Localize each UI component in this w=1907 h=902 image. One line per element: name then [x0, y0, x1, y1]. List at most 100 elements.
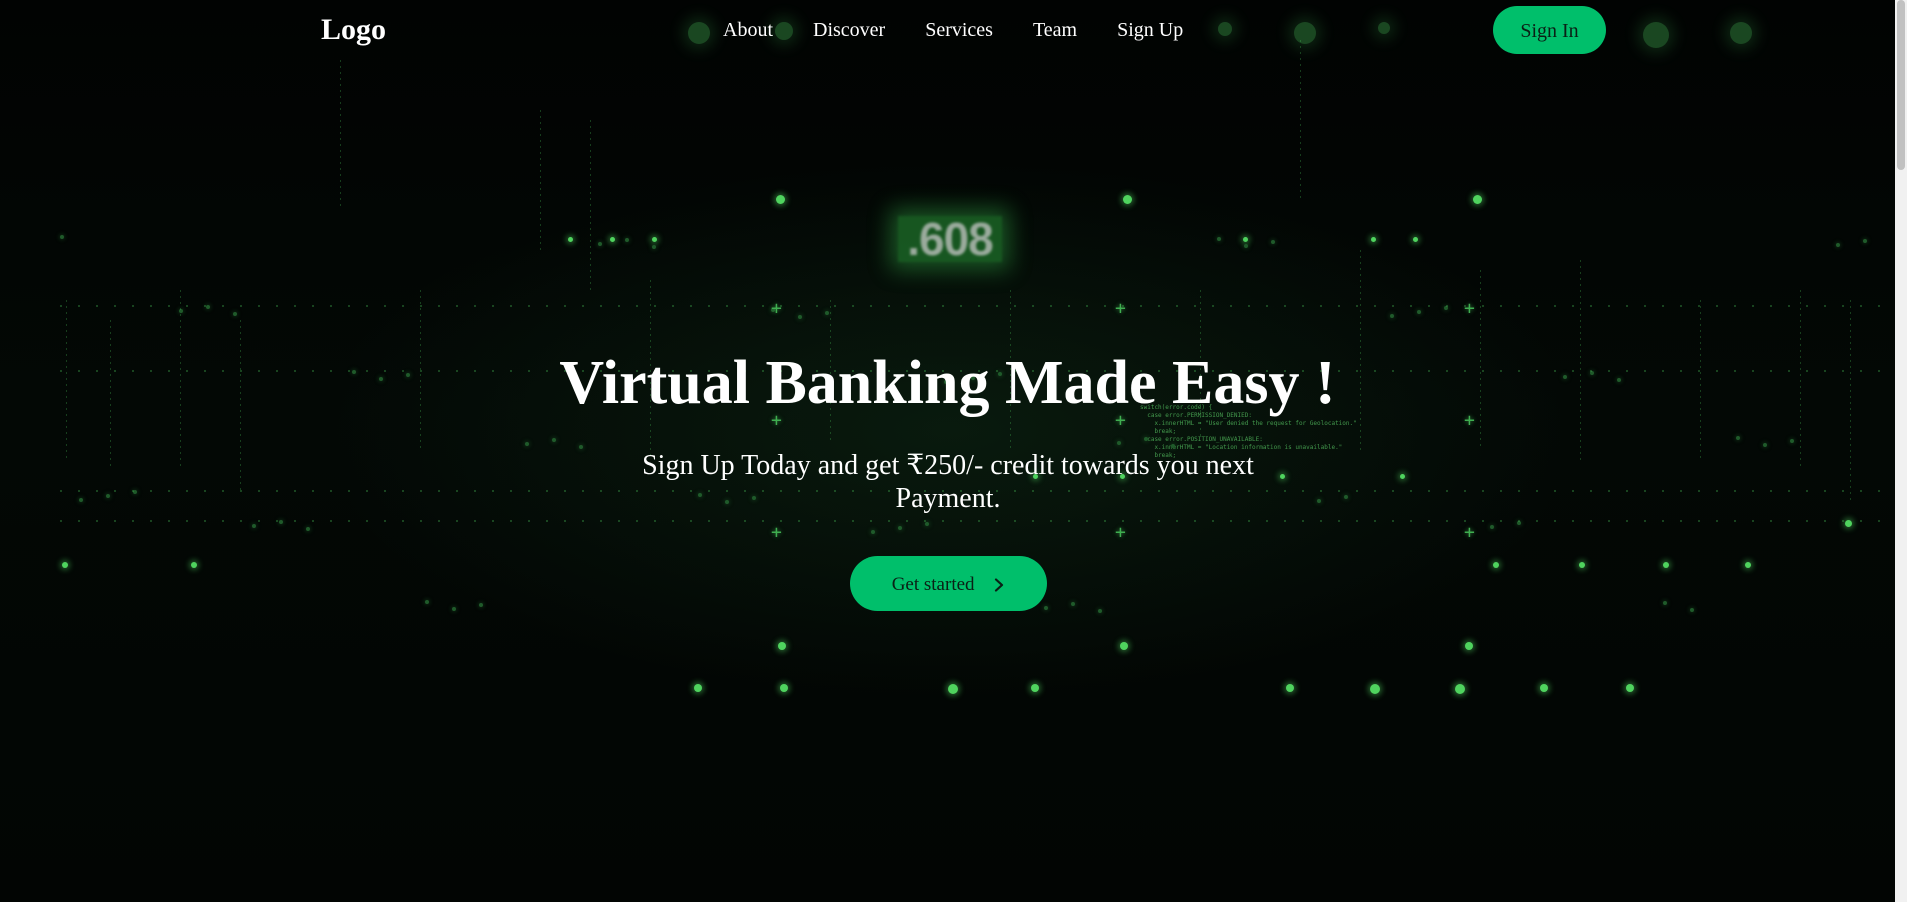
- matrix-dot-dim: [1117, 441, 1121, 445]
- matrix-dot: [1493, 562, 1499, 568]
- matrix-dot: [1465, 642, 1473, 650]
- matrix-dot: [1370, 684, 1380, 694]
- matrix-dot: [1473, 195, 1482, 204]
- matrix-dot: [1626, 684, 1634, 692]
- matrix-dot-dim: [452, 607, 456, 611]
- matrix-dot: [1120, 642, 1128, 650]
- matrix-dot: [1663, 562, 1669, 568]
- matrix-dot-dim: [306, 527, 310, 531]
- matrix-dot-dim: [1417, 310, 1421, 314]
- matrix-dot: [1031, 684, 1039, 692]
- matrix-dot-dim: [771, 308, 775, 312]
- matrix-line: [1300, 40, 1301, 200]
- chevron-right-icon: [995, 578, 1004, 592]
- nav-links: About Discover Services Team Sign Up: [723, 17, 1183, 43]
- hero-subtitle: Sign Up Today and get ₹250/- credit towa…: [642, 450, 1254, 514]
- matrix-dot-dim: [598, 242, 602, 246]
- get-started-label: Get started: [891, 574, 975, 596]
- matrix-dot: [1579, 562, 1585, 568]
- matrix-dot: [1400, 474, 1405, 479]
- plus-icon: +: [1115, 522, 1126, 543]
- matrix-dot-dim: [252, 524, 256, 528]
- matrix-dot-dim: [1490, 525, 1494, 529]
- matrix-dot: [610, 237, 615, 242]
- matrix-dot-dim: [1344, 495, 1348, 499]
- matrix-dot-dim: [1317, 499, 1321, 503]
- matrix-dot-dim: [133, 490, 137, 494]
- matrix-dot-dim: [579, 445, 583, 449]
- matrix-dot: [778, 642, 786, 650]
- matrix-dot-dim: [1390, 314, 1394, 318]
- nav-link-services[interactable]: Services: [925, 17, 993, 43]
- scroll-thumb[interactable]: [1897, 0, 1905, 170]
- matrix-dot: [1123, 195, 1132, 204]
- matrix-dot-dim: [625, 238, 629, 242]
- plus-icon: +: [771, 522, 782, 543]
- glow-number: .608: [898, 216, 1002, 262]
- matrix-dot: [1371, 237, 1376, 242]
- matrix-dot-dim: [425, 600, 429, 604]
- matrix-dot-dim: [79, 498, 83, 502]
- matrix-dot-dim: [1271, 240, 1275, 244]
- matrix-dot-dim: [652, 245, 656, 249]
- matrix-dot: [652, 237, 657, 242]
- plus-icon: +: [1464, 522, 1475, 543]
- matrix-dot-dim: [206, 305, 210, 309]
- matrix-dot: [780, 684, 788, 692]
- matrix-dot-dim: [898, 526, 902, 530]
- matrix-dot-dim: [552, 438, 556, 442]
- matrix-dot-dim: [60, 235, 64, 239]
- matrix-dot-dim: [1244, 244, 1248, 248]
- matrix-dot-dim: [1144, 437, 1148, 441]
- page-scrollbar[interactable]: [1895, 0, 1907, 902]
- matrix-dot: [694, 684, 702, 692]
- matrix-dot-dim: [1663, 601, 1667, 605]
- matrix-row: [60, 520, 1890, 522]
- matrix-dot-dim: [179, 309, 183, 313]
- plus-icon: +: [1115, 298, 1126, 319]
- matrix-dot-dim: [1863, 239, 1867, 243]
- sign-in-button[interactable]: Sign In: [1493, 6, 1606, 54]
- matrix-dot: [191, 562, 197, 568]
- matrix-dot-dim: [1763, 443, 1767, 447]
- matrix-dot: [1286, 684, 1294, 692]
- matrix-dot-dim: [1217, 237, 1221, 241]
- matrix-dot: [62, 562, 68, 568]
- matrix-dot-dim: [1098, 609, 1102, 613]
- matrix-row: [60, 305, 1890, 307]
- matrix-dot-dim: [1071, 602, 1075, 606]
- matrix-line: [540, 110, 541, 250]
- matrix-dot-dim: [279, 520, 283, 524]
- matrix-dot-dim: [106, 494, 110, 498]
- plus-icon: +: [771, 298, 782, 319]
- matrix-dot: [1540, 684, 1548, 692]
- matrix-dot: [1455, 684, 1465, 694]
- matrix-line: [340, 60, 341, 210]
- nav-link-sign-up[interactable]: Sign Up: [1117, 17, 1183, 43]
- hero-title: Virtual Banking Made Easy !: [559, 349, 1336, 417]
- nav-link-about[interactable]: About: [723, 17, 773, 43]
- matrix-dot-dim: [525, 442, 529, 446]
- matrix-dot-dim: [1517, 521, 1521, 525]
- matrix-dot-dim: [233, 312, 237, 316]
- matrix-dot-dim: [1044, 606, 1048, 610]
- logo[interactable]: Logo: [321, 11, 386, 49]
- matrix-dot: [568, 237, 573, 242]
- matrix-dot: [776, 195, 785, 204]
- page: .608 switch(error.code) { case error.PER…: [0, 0, 1907, 902]
- matrix-dot-dim: [798, 315, 802, 319]
- nav-link-team[interactable]: Team: [1033, 17, 1077, 43]
- matrix-dot-dim: [1444, 306, 1448, 310]
- matrix-dot: [1745, 562, 1751, 568]
- matrix-dot: [1243, 237, 1248, 242]
- get-started-button[interactable]: Get started: [850, 556, 1047, 611]
- matrix-dot-dim: [1690, 608, 1694, 612]
- matrix-dot-dim: [825, 311, 829, 315]
- matrix-dot-dim: [1171, 444, 1175, 448]
- matrix-dot-dim: [925, 522, 929, 526]
- matrix-dot: [1845, 520, 1852, 527]
- matrix-dot-dim: [1736, 436, 1740, 440]
- matrix-dot-dim: [1836, 243, 1840, 247]
- nav-link-discover[interactable]: Discover: [813, 17, 885, 43]
- plus-icon: +: [1464, 298, 1475, 319]
